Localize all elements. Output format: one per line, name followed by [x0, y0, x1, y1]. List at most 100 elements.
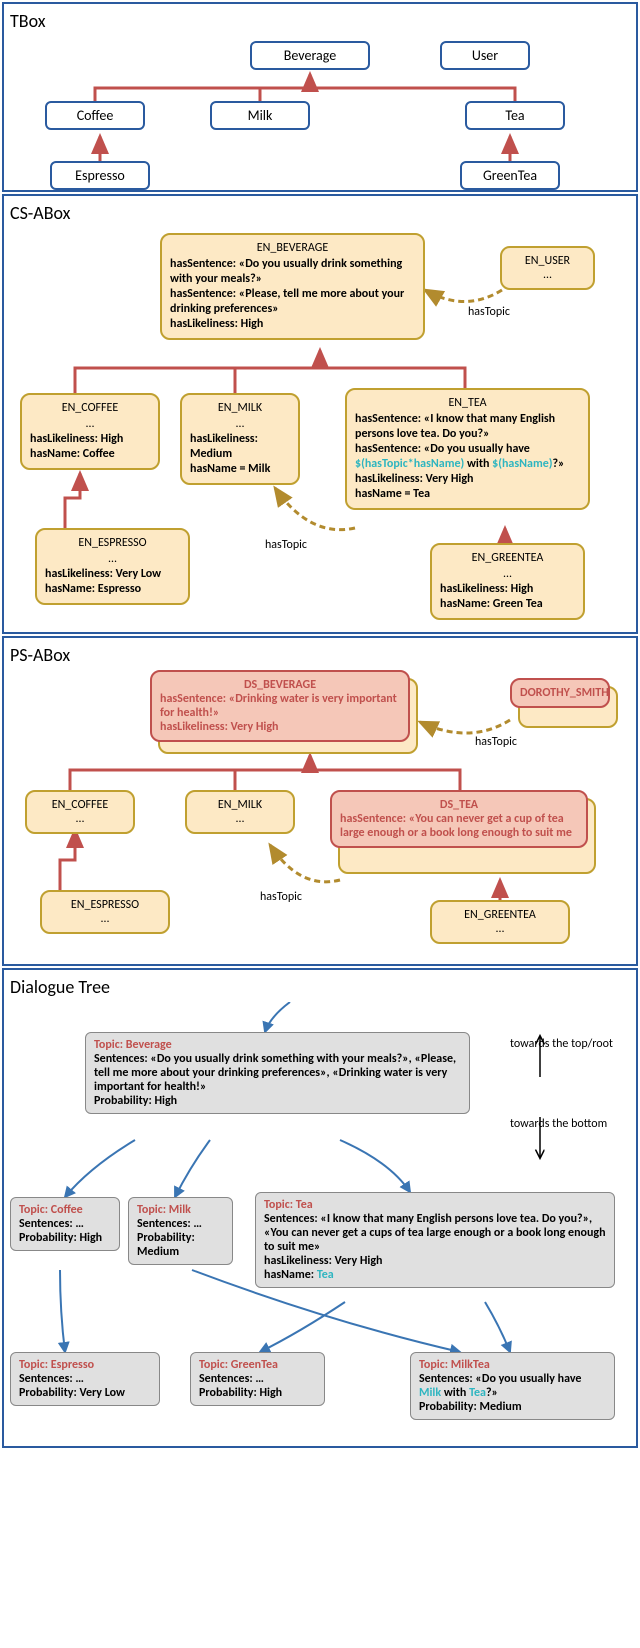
cs-milk-like: hasLikeliness: Medium — [190, 432, 258, 461]
ps-coffee: EN_COFFEE … — [25, 790, 135, 834]
node-milk: Milk — [210, 101, 310, 130]
ps-hastopic-1: hasTopic — [475, 735, 517, 749]
ps-gt-dots: … — [440, 922, 560, 936]
ps-hastopic-2: hasTopic — [260, 890, 302, 904]
dlg-bev-p: Probability: High — [94, 1094, 177, 1108]
dlg-gt-p: Probability: High — [199, 1386, 282, 1400]
cs-greentea: EN_GREENTEA … hasLikeliness: High hasNam… — [430, 543, 585, 620]
cs-esp-dots: … — [45, 552, 180, 567]
ps-coffee-dots: … — [35, 812, 125, 826]
cs-tea: EN_TEA hasSentence: «I know that many En… — [345, 388, 590, 510]
cs-gt-name: EN_GREENTEA — [440, 551, 575, 565]
dlg-tea-topic: Topic: Tea — [264, 1198, 606, 1212]
dlg-espresso: Topic: Espresso Sentences: … Probability… — [10, 1352, 160, 1406]
dlg-mt-sb: with — [441, 1386, 469, 1400]
dlg-mt-v1: Milk — [419, 1386, 441, 1400]
ps-gt-name: EN_GREENTEA — [440, 908, 560, 922]
cs-coffee-name: EN_COFFEE — [30, 401, 150, 415]
dlg-esp-topic: Topic: Espresso — [19, 1358, 151, 1372]
dlg-mt-slbl: Sentences — [419, 1372, 469, 1386]
cs-beverage: EN_BEVERAGE hasSentence: «Do you usually… — [160, 233, 425, 340]
dlg-gt-topic: Topic: GreenTea — [199, 1358, 316, 1372]
ps-milk-name: EN_MILK — [195, 798, 285, 812]
ps-greentea: EN_GREENTEA … — [430, 900, 570, 944]
cs-coffee: EN_COFFEE … hasLikeliness: High hasName:… — [20, 393, 160, 470]
psabox-panel: PS-ABox DS_BEVERAGE hasSentence: «Drinki… — [2, 636, 638, 966]
dlg-mt-topic: Topic: MilkTea — [419, 1358, 606, 1372]
cs-esp-name: EN_ESPRESSO — [45, 536, 180, 550]
ps-bev-name: DS_BEVERAGE — [160, 678, 400, 692]
dlg-bev-s: Sentences: «Do you usually drink somethi… — [94, 1052, 456, 1094]
ps-tea: DS_TEA hasSentence: «You can never get a… — [330, 790, 588, 848]
cs-tea-like: hasLikeliness: Very High — [355, 472, 474, 486]
cs-milk-hname: hasName = Milk — [190, 462, 270, 476]
cs-hastopic-1: hasTopic — [468, 305, 510, 319]
dlg-tea: Topic: Tea Sentences: «I know that many … — [255, 1192, 615, 1288]
cs-milk-dots: … — [190, 417, 290, 432]
dlg-gt-s: Sentences: … — [199, 1372, 264, 1386]
ps-esp-name: EN_ESPRESSO — [50, 898, 160, 912]
dlg-milk-p: Probability: Medium — [137, 1231, 195, 1259]
ps-coffee-name: EN_COFFEE — [35, 798, 125, 812]
dlg-esp-p: Probability: Very Low — [19, 1386, 125, 1400]
ps-milk: EN_MILK … — [185, 790, 295, 834]
ps-dor-name: DOROTHY_SMITH — [520, 686, 600, 700]
dlg-greentea: Topic: GreenTea Sentences: … Probability… — [190, 1352, 325, 1406]
ps-milk-dots: … — [195, 812, 285, 826]
dlg-tea-hname-val: Tea — [317, 1268, 334, 1282]
dlg-esp-s: Sentences: … — [19, 1372, 84, 1386]
cs-esp-hname: hasName: Espresso — [45, 582, 141, 596]
dlg-milk: Topic: Milk Sentences: … Probability: Me… — [128, 1197, 233, 1265]
ps-bev-like: hasLikeliness: Very High — [160, 720, 400, 734]
ps-beverage: DS_BEVERAGE hasSentence: «Drinking water… — [150, 670, 410, 742]
cs-milk: EN_MILK … hasLikeliness: Medium hasName … — [180, 393, 300, 485]
cs-espresso: EN_ESPRESSO … hasLikeliness: Very Low ha… — [35, 528, 190, 605]
dlg-cof-p: Probability: High — [19, 1231, 102, 1245]
cs-gt-hname: hasName: Green Tea — [440, 597, 543, 611]
legend-top: towards the top/root — [510, 1037, 620, 1051]
legend-bottom: towards the bottom — [510, 1117, 620, 1131]
dlg-beverage: Topic: Beverage Sentences: «Do you usual… — [85, 1032, 470, 1114]
cs-beverage-name: EN_BEVERAGE — [170, 241, 415, 255]
ps-esp-dots: … — [50, 912, 160, 926]
ps-dorothy: DOROTHY_SMITH — [510, 678, 610, 708]
ps-bev-s1: hasSentence: «Drinking water is very imp… — [160, 692, 400, 720]
ps-tea-name: DS_TEA — [340, 798, 578, 812]
tbox-panel: TBox Beverage User Coffee Milk Tea Espre… — [2, 2, 638, 192]
cs-hastopic-2: hasTopic — [265, 538, 307, 552]
ps-tea-s1: hasSentence: «You can never get a cup of… — [340, 812, 578, 840]
dialogue-title: Dialogue Tree — [10, 976, 630, 998]
dlg-cof-s: Sentences: … — [19, 1217, 84, 1231]
dlg-mt-p: Probability: Medium — [419, 1400, 522, 1414]
cs-coffee-like: hasLikeliness: High — [30, 432, 123, 446]
dlg-mt-sc: ?» — [486, 1386, 498, 1400]
cs-bev-s1: hasSentence: «Do you usually drink somet… — [170, 257, 402, 286]
cs-milk-name: EN_MILK — [190, 401, 290, 415]
cs-bev-like: hasLikeliness: High — [170, 317, 263, 331]
cs-tea-var2: $(hasName) — [492, 457, 552, 471]
ps-espresso: EN_ESPRESSO … — [40, 890, 170, 934]
cs-gt-dots: … — [440, 567, 575, 582]
psabox-title: PS-ABox — [10, 644, 630, 666]
cs-tea-hname: hasName = Tea — [355, 487, 430, 501]
node-tea: Tea — [465, 101, 565, 130]
node-beverage: Beverage — [250, 41, 370, 70]
dlg-mt-v2: Tea — [469, 1386, 486, 1400]
dlg-tea-s1: Sentences: «I know that many English per… — [264, 1212, 606, 1254]
cs-tea-s1: hasSentence: «I know that many English p… — [355, 412, 555, 441]
cs-esp-like: hasLikeliness: Very Low — [45, 567, 161, 581]
dialogue-panel: Dialogue Tree towards the top/root t — [2, 968, 638, 1448]
dlg-milk-s: Sentences: … — [137, 1217, 202, 1231]
cs-coffee-dots: … — [30, 417, 150, 432]
dlg-coffee: Topic: Coffee Sentences: … Probability: … — [10, 1197, 120, 1251]
dlg-tea-hname-lbl: hasName: — [264, 1268, 317, 1282]
tbox-title: TBox — [10, 10, 630, 32]
dlg-bev-topic: Topic: Beverage — [94, 1038, 461, 1052]
cs-user-dots: … — [510, 268, 585, 282]
cs-tea-var1: $(hasTopic*hasName) — [355, 457, 464, 471]
csabox-title: CS-ABox — [10, 202, 630, 224]
dlg-cof-topic: Topic: Coffee — [19, 1203, 111, 1217]
cs-tea-name: EN_TEA — [355, 396, 580, 410]
cs-user-name: EN_USER — [510, 254, 585, 268]
cs-tea-s2a: hasSentence: «Do you usually have — [355, 442, 530, 456]
